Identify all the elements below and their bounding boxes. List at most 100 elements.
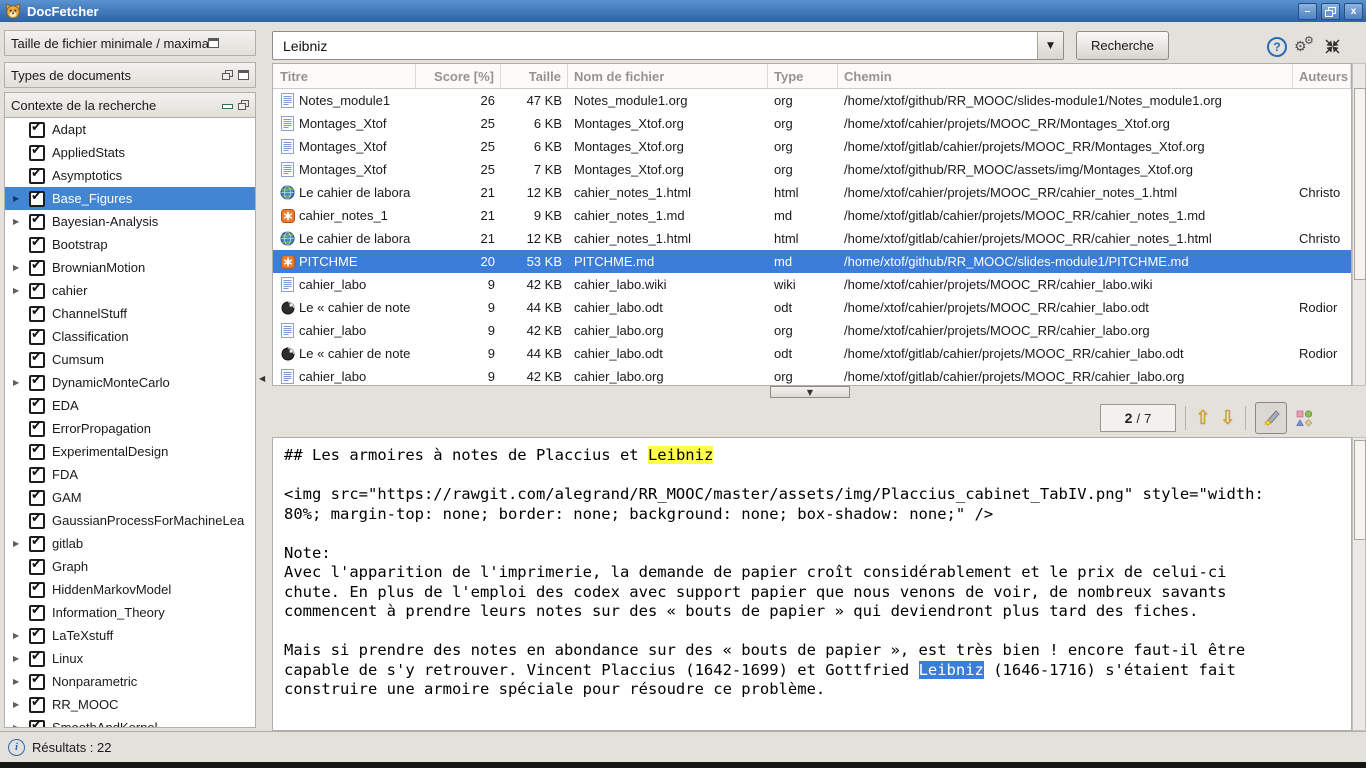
expand-arrow-icon[interactable]: ▶: [13, 654, 29, 663]
window-restore-icon[interactable]: [238, 100, 249, 110]
scope-checkbox[interactable]: [29, 283, 45, 299]
scope-checkbox[interactable]: [29, 145, 45, 161]
scope-checkbox[interactable]: [29, 674, 45, 690]
tree-item-EDA[interactable]: EDA: [5, 394, 255, 417]
tree-item-Graph[interactable]: Graph: [5, 555, 255, 578]
result-row[interactable]: Le cahier de labora2112 KBcahier_notes_1…: [273, 227, 1351, 250]
tree-item-Linux[interactable]: ▶Linux: [5, 647, 255, 670]
expand-arrow-icon[interactable]: ▶: [13, 378, 29, 387]
next-match-arrow-icon[interactable]: ⇩: [1220, 409, 1236, 428]
tree-item-ExperimentalDesign[interactable]: ExperimentalDesign: [5, 440, 255, 463]
expand-arrow-icon[interactable]: ▶: [13, 631, 29, 640]
scope-checkbox[interactable]: [29, 352, 45, 368]
scope-checkbox[interactable]: [29, 559, 45, 575]
tree-item-GAM[interactable]: GAM: [5, 486, 255, 509]
panel-doctypes[interactable]: Types de documents: [4, 62, 256, 88]
expand-arrow-icon[interactable]: ▶: [13, 194, 29, 203]
html-preview-toggle-icon[interactable]: [1296, 410, 1313, 427]
tree-item-cahier[interactable]: ▶cahier: [5, 279, 255, 302]
search-history-dropdown[interactable]: ▼: [1037, 32, 1063, 59]
result-row[interactable]: Notes_module12647 KBNotes_module1.orgorg…: [273, 89, 1351, 112]
panel-filesize[interactable]: Taille de fichier minimale / maximal: [4, 30, 256, 56]
tree-item-ErrorPropagation[interactable]: ErrorPropagation: [5, 417, 255, 440]
tree-item-gitlab[interactable]: ▶gitlab: [5, 532, 255, 555]
highlight-toggle-button[interactable]: [1255, 402, 1287, 434]
result-row[interactable]: Montages_Xtof256 KBMontages_Xtof.orgorg/…: [273, 135, 1351, 158]
previous-match-arrow-icon[interactable]: ⇧: [1195, 409, 1211, 428]
result-row[interactable]: Montages_Xtof256 KBMontages_Xtof.orgorg/…: [273, 112, 1351, 135]
panel-search-scope[interactable]: Contexte de la recherche: [4, 92, 256, 118]
scope-checkbox[interactable]: [29, 329, 45, 345]
restore-button[interactable]: [1321, 3, 1340, 20]
table-preview-sash[interactable]: ▼: [272, 386, 1366, 399]
scope-checkbox[interactable]: [29, 490, 45, 506]
tree-item-BrownianMotion[interactable]: ▶BrownianMotion: [5, 256, 255, 279]
column-header-score-[interactable]: Score [%]: [416, 64, 501, 88]
search-input[interactable]: [273, 32, 1037, 59]
scope-checkbox[interactable]: [29, 260, 45, 276]
column-header-titre[interactable]: Titre: [273, 64, 416, 88]
scope-checkbox[interactable]: [29, 582, 45, 598]
scope-checkbox[interactable]: [29, 444, 45, 460]
result-row[interactable]: Le « cahier de note944 KBcahier_labo.odt…: [273, 342, 1351, 365]
result-row[interactable]: PITCHME2053 KBPITCHME.mdmd/home/xtof/git…: [273, 250, 1351, 273]
result-row[interactable]: Le « cahier de note944 KBcahier_labo.odt…: [273, 296, 1351, 319]
tree-item-LaTeXstuff[interactable]: ▶LaTeXstuff: [5, 624, 255, 647]
preferences-gear-icon[interactable]: ⚙⚙: [1294, 35, 1316, 55]
help-icon[interactable]: ?: [1267, 37, 1287, 57]
scope-checkbox[interactable]: [29, 651, 45, 667]
tree-item-Classification[interactable]: Classification: [5, 325, 255, 348]
result-row[interactable]: cahier_notes_1219 KBcahier_notes_1.mdmd/…: [273, 204, 1351, 227]
preview-scrollbar[interactable]: [1352, 437, 1366, 731]
column-header-type[interactable]: Type: [768, 64, 838, 88]
tree-item-FDA[interactable]: FDA: [5, 463, 255, 486]
tree-item-Bayesian-Analysis[interactable]: ▶Bayesian-Analysis: [5, 210, 255, 233]
column-header-nom-de-fichier[interactable]: Nom de fichier: [568, 64, 768, 88]
column-header-chemin[interactable]: Chemin: [838, 64, 1293, 88]
tree-item-Cumsum[interactable]: Cumsum: [5, 348, 255, 371]
expand-arrow-icon[interactable]: ▶: [13, 677, 29, 686]
result-row[interactable]: cahier_labo942 KBcahier_labo.orgorg/home…: [273, 365, 1351, 386]
expand-arrow-icon[interactable]: ▶: [13, 217, 29, 226]
minimize-button[interactable]: –: [1298, 3, 1317, 20]
preview-scrollbar-thumb[interactable]: [1354, 440, 1366, 540]
close-button[interactable]: x: [1344, 3, 1363, 20]
result-row[interactable]: cahier_labo942 KBcahier_labo.orgorg/home…: [273, 319, 1351, 342]
tree-item-SmoothAndKernel[interactable]: ▶SmoothAndKernel: [5, 716, 255, 728]
expand-arrow-icon[interactable]: ▶: [13, 700, 29, 709]
scope-checkbox[interactable]: [29, 306, 45, 322]
scope-checkbox[interactable]: [29, 398, 45, 414]
tree-item-HiddenMarkovModel[interactable]: HiddenMarkovModel: [5, 578, 255, 601]
expand-arrow-icon[interactable]: ▶: [13, 539, 29, 548]
shrink-to-tray-icon[interactable]: [1324, 38, 1341, 58]
tree-item-RR_MOOC[interactable]: ▶RR_MOOC: [5, 693, 255, 716]
tree-item-DynamicMonteCarlo[interactable]: ▶DynamicMonteCarlo: [5, 371, 255, 394]
results-scrollbar-thumb[interactable]: [1354, 88, 1366, 280]
scope-checkbox[interactable]: [29, 605, 45, 621]
expand-arrow-icon[interactable]: ▶: [13, 263, 29, 272]
result-row[interactable]: Montages_Xtof257 KBMontages_Xtof.orgorg/…: [273, 158, 1351, 181]
window-minimize-icon[interactable]: [222, 104, 233, 109]
tree-item-GaussianProcessForMachineLea[interactable]: GaussianProcessForMachineLea: [5, 509, 255, 532]
search-button[interactable]: Recherche: [1076, 31, 1169, 60]
scope-checkbox[interactable]: [29, 697, 45, 713]
tree-item-ChannelStuff[interactable]: ChannelStuff: [5, 302, 255, 325]
result-row[interactable]: cahier_labo942 KBcahier_labo.wikiwiki/ho…: [273, 273, 1351, 296]
expand-arrow-icon[interactable]: ▶: [13, 286, 29, 295]
result-row[interactable]: Le cahier de labora2112 KBcahier_notes_1…: [273, 181, 1351, 204]
scope-checkbox[interactable]: [29, 191, 45, 207]
scope-checkbox[interactable]: [29, 513, 45, 529]
scope-checkbox[interactable]: [29, 214, 45, 230]
window-maximize-icon[interactable]: [208, 38, 219, 48]
window-restore-icon[interactable]: [222, 70, 233, 80]
results-scrollbar[interactable]: [1352, 63, 1366, 386]
scope-checkbox[interactable]: [29, 375, 45, 391]
preview-pane[interactable]: ## Les armoires à notes de Placcius et L…: [272, 437, 1352, 731]
tree-item-Base_Figures[interactable]: ▶Base_Figures: [5, 187, 255, 210]
scope-checkbox[interactable]: [29, 467, 45, 483]
scope-checkbox[interactable]: [29, 237, 45, 253]
scope-checkbox[interactable]: [29, 168, 45, 184]
tree-item-Bootstrap[interactable]: Bootstrap: [5, 233, 255, 256]
tree-item-Asymptotics[interactable]: Asymptotics: [5, 164, 255, 187]
column-header-auteurs[interactable]: Auteurs: [1293, 64, 1351, 88]
